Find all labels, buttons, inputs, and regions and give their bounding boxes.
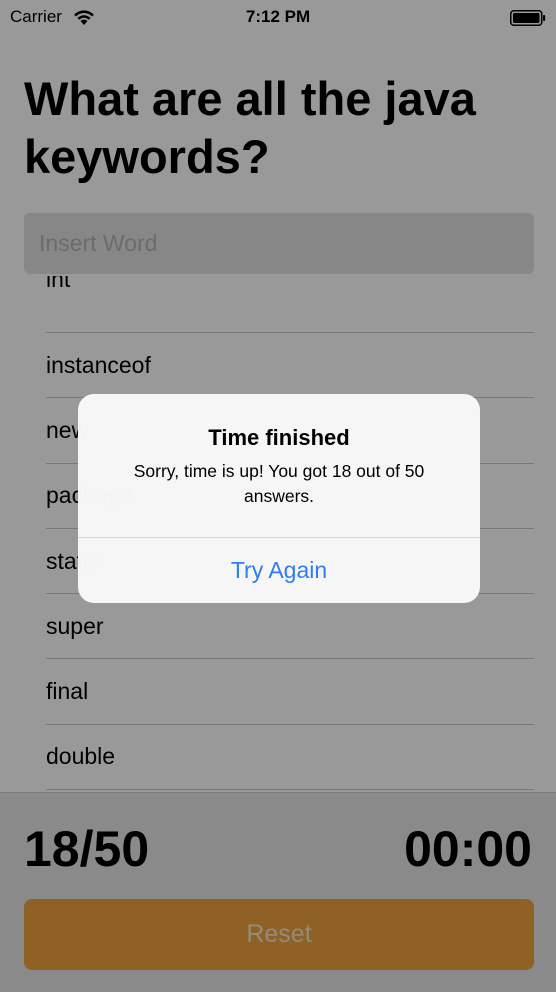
try-again-button[interactable]: Try Again [78, 538, 480, 603]
time-finished-alert: Time finished Sorry, time is up! You got… [78, 394, 480, 603]
alert-message: Sorry, time is up! You got 18 out of 50 … [133, 461, 425, 506]
app-screen: Carrier 7:12 PM What are all the java ke… [0, 0, 556, 992]
alert-title: Time finished [208, 425, 350, 450]
